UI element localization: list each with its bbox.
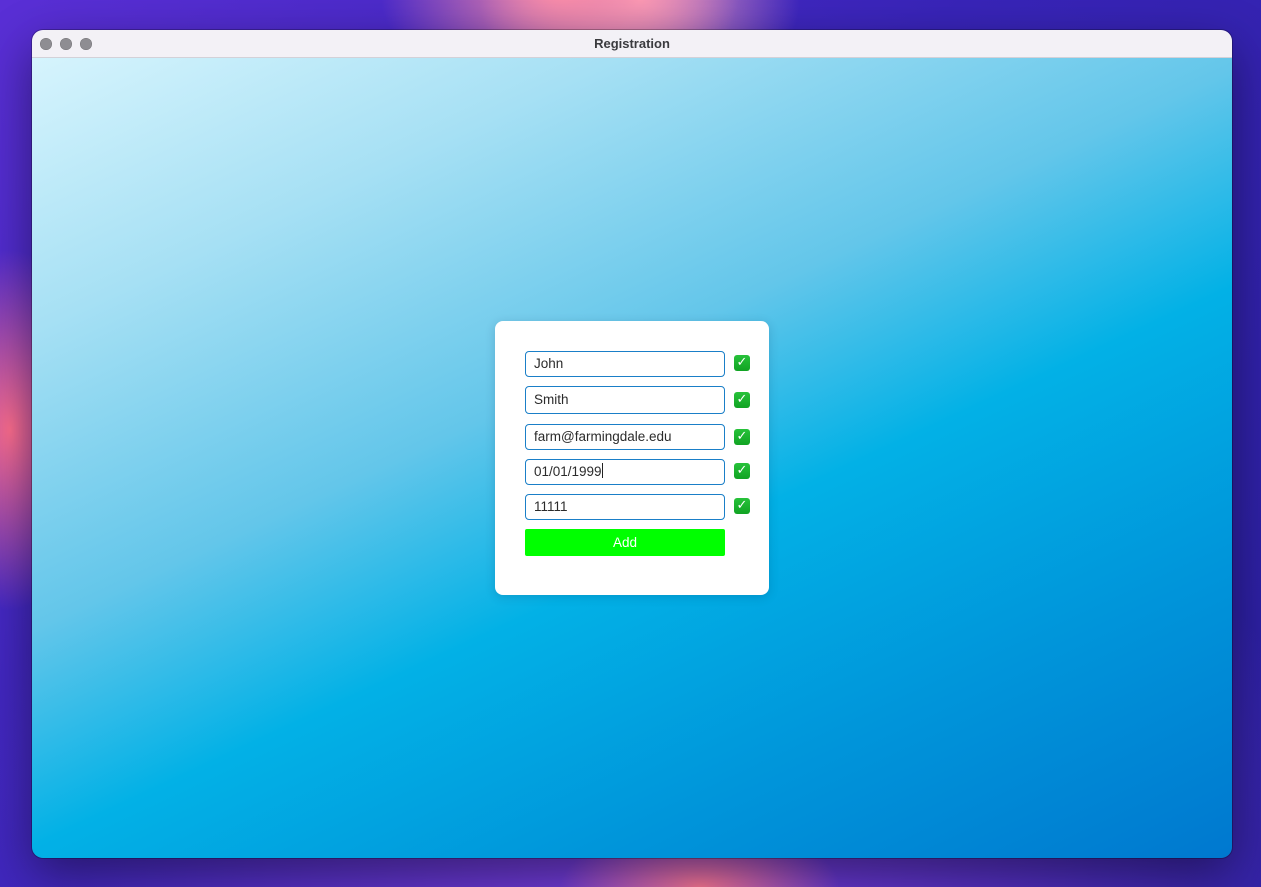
text-caret xyxy=(601,463,603,478)
add-button[interactable]: Add xyxy=(525,529,725,556)
registration-form-card: John ✓ Smith ✓ farm@farmingdale.edu ✓ 01… xyxy=(495,321,769,595)
last-name-field[interactable]: Smith xyxy=(525,386,725,414)
zip-code-valid-check-icon: ✓ xyxy=(734,498,750,514)
first-name-valid-check-icon: ✓ xyxy=(734,355,750,371)
date-of-birth-value: 01/01/1999 xyxy=(534,464,602,479)
content-area: John ✓ Smith ✓ farm@farmingdale.edu ✓ 01… xyxy=(32,58,1232,858)
email-field[interactable]: farm@farmingdale.edu xyxy=(525,424,725,450)
zip-code-field[interactable]: 11111 xyxy=(525,494,725,520)
zip-code-value: 11111 xyxy=(534,499,568,514)
title-bar: Registration xyxy=(32,30,1232,58)
last-name-valid-check-icon: ✓ xyxy=(734,392,750,408)
date-of-birth-field[interactable]: 01/01/1999 xyxy=(525,459,725,485)
window-title: Registration xyxy=(594,36,670,51)
registration-window: Registration John ✓ Smith ✓ farm@farming… xyxy=(32,30,1232,858)
first-name-field[interactable]: John xyxy=(525,351,725,377)
last-name-value: Smith xyxy=(534,392,569,407)
date-of-birth-valid-check-icon: ✓ xyxy=(734,463,750,479)
email-valid-check-icon: ✓ xyxy=(734,429,750,445)
first-name-value: John xyxy=(534,356,564,371)
email-value: farm@farmingdale.edu xyxy=(534,429,672,444)
